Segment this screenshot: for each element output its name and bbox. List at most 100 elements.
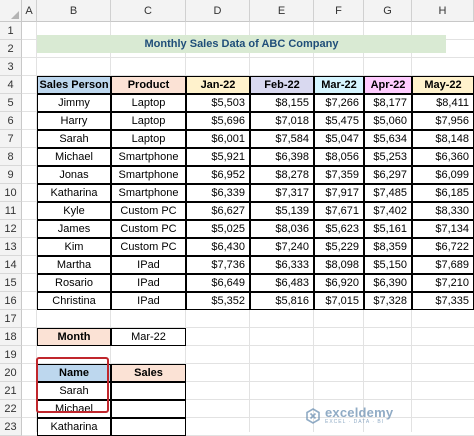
table-cell[interactable]: $6,297: [364, 166, 412, 184]
table-cell[interactable]: $8,359: [364, 238, 412, 256]
row-header-19[interactable]: 19: [0, 346, 22, 364]
table-cell[interactable]: Laptop: [111, 130, 186, 148]
table-cell[interactable]: $7,956: [412, 112, 474, 130]
table-cell[interactable]: Smartphone: [111, 148, 186, 166]
table-cell[interactable]: $6,483: [250, 274, 314, 292]
table-cell[interactable]: $6,333: [250, 256, 314, 274]
result-header-cell[interactable]: Sales: [111, 364, 186, 382]
column-header-h[interactable]: H: [412, 0, 474, 22]
table-cell[interactable]: $5,253: [364, 148, 412, 166]
table-cell[interactable]: $8,411: [412, 94, 474, 112]
row-header-16[interactable]: 16: [0, 292, 22, 310]
row-header-3[interactable]: 3: [0, 58, 22, 76]
row-header-14[interactable]: 14: [0, 256, 22, 274]
column-header-c[interactable]: C: [111, 0, 186, 22]
table-cell[interactable]: $5,025: [186, 220, 250, 238]
table-cell[interactable]: $7,671: [314, 202, 364, 220]
table-cell[interactable]: $5,696: [186, 112, 250, 130]
table-cell[interactable]: Kyle: [37, 202, 111, 220]
table-cell[interactable]: $6,390: [364, 274, 412, 292]
table-cell[interactable]: $7,134: [412, 220, 474, 238]
table-cell[interactable]: IPad: [111, 256, 186, 274]
table-cell[interactable]: $5,623: [314, 220, 364, 238]
table-cell[interactable]: $5,503: [186, 94, 250, 112]
table-cell[interactable]: Laptop: [111, 112, 186, 130]
table-cell[interactable]: Michael: [37, 148, 111, 166]
table-cell[interactable]: $6,649: [186, 274, 250, 292]
table-cell[interactable]: $6,360: [412, 148, 474, 166]
table-cell[interactable]: $8,330: [412, 202, 474, 220]
table-cell[interactable]: Kim: [37, 238, 111, 256]
table-cell[interactable]: $5,229: [314, 238, 364, 256]
table-cell[interactable]: $5,921: [186, 148, 250, 166]
table-cell[interactable]: $6,099: [412, 166, 474, 184]
table-cell[interactable]: $5,352: [186, 292, 250, 310]
table-cell[interactable]: $7,018: [250, 112, 314, 130]
table-cell[interactable]: $5,634: [364, 130, 412, 148]
table-cell[interactable]: $6,001: [186, 130, 250, 148]
result-name-cell[interactable]: Sarah: [37, 382, 111, 400]
select-all-corner[interactable]: [0, 0, 22, 22]
table-cell[interactable]: Laptop: [111, 94, 186, 112]
sheet-title[interactable]: Monthly Sales Data of ABC Company: [37, 35, 446, 53]
table-header-cell[interactable]: Apr-22: [364, 76, 412, 94]
table-cell[interactable]: $8,056: [314, 148, 364, 166]
column-header-g[interactable]: G: [364, 0, 412, 22]
result-sales-cell[interactable]: [111, 418, 186, 436]
table-cell[interactable]: $8,278: [250, 166, 314, 184]
table-cell[interactable]: $6,627: [186, 202, 250, 220]
table-cell[interactable]: Harry: [37, 112, 111, 130]
month-label-cell[interactable]: Month: [37, 328, 111, 346]
row-header-5[interactable]: 5: [0, 94, 22, 112]
table-cell[interactable]: $7,402: [364, 202, 412, 220]
result-name-cell[interactable]: Michael: [37, 400, 111, 418]
row-header-7[interactable]: 7: [0, 130, 22, 148]
column-header-e[interactable]: E: [250, 0, 314, 22]
row-header-2[interactable]: 2: [0, 40, 22, 58]
table-cell[interactable]: Smartphone: [111, 184, 186, 202]
table-cell[interactable]: Jimmy: [37, 94, 111, 112]
table-header-cell[interactable]: Mar-22: [314, 76, 364, 94]
row-header-9[interactable]: 9: [0, 166, 22, 184]
table-cell[interactable]: $7,335: [412, 292, 474, 310]
result-sales-cell[interactable]: [111, 382, 186, 400]
table-cell[interactable]: $6,185: [412, 184, 474, 202]
table-cell[interactable]: $8,155: [250, 94, 314, 112]
table-cell[interactable]: IPad: [111, 292, 186, 310]
row-header-22[interactable]: 22: [0, 400, 22, 418]
table-cell[interactable]: Rosario: [37, 274, 111, 292]
table-cell[interactable]: $6,920: [314, 274, 364, 292]
row-header-1[interactable]: 1: [0, 22, 22, 40]
table-cell[interactable]: Custom PC: [111, 238, 186, 256]
column-header-b[interactable]: B: [37, 0, 111, 22]
table-cell[interactable]: James: [37, 220, 111, 238]
table-cell[interactable]: $5,161: [364, 220, 412, 238]
table-cell[interactable]: Sarah: [37, 130, 111, 148]
table-header-cell[interactable]: Product: [111, 76, 186, 94]
table-cell[interactable]: Custom PC: [111, 202, 186, 220]
row-header-17[interactable]: 17: [0, 310, 22, 328]
table-cell[interactable]: $5,047: [314, 130, 364, 148]
table-cell[interactable]: $7,015: [314, 292, 364, 310]
row-header-15[interactable]: 15: [0, 274, 22, 292]
table-cell[interactable]: $5,150: [364, 256, 412, 274]
row-header-11[interactable]: 11: [0, 202, 22, 220]
table-cell[interactable]: Custom PC: [111, 220, 186, 238]
table-cell[interactable]: $8,177: [364, 94, 412, 112]
table-cell[interactable]: Smartphone: [111, 166, 186, 184]
month-value-cell[interactable]: Mar-22: [111, 328, 186, 346]
table-cell[interactable]: $7,689: [412, 256, 474, 274]
row-header-6[interactable]: 6: [0, 112, 22, 130]
column-header-d[interactable]: D: [186, 0, 250, 22]
table-cell[interactable]: $5,060: [364, 112, 412, 130]
table-cell[interactable]: $6,430: [186, 238, 250, 256]
result-sales-cell[interactable]: [111, 400, 186, 418]
row-header-21[interactable]: 21: [0, 382, 22, 400]
result-name-cell[interactable]: Katharina: [37, 418, 111, 436]
row-header-20[interactable]: 20: [0, 364, 22, 382]
row-header-12[interactable]: 12: [0, 220, 22, 238]
row-header-4[interactable]: 4: [0, 76, 22, 94]
spreadsheet-grid[interactable]: A B C D E F G H 1 2 3 4 5 6 7 8 9 10 11 12 13 14 15 16 17 18 19 20 2…: [0, 0, 474, 436]
result-header-cell[interactable]: Name: [37, 364, 111, 382]
row-header-10[interactable]: 10: [0, 184, 22, 202]
